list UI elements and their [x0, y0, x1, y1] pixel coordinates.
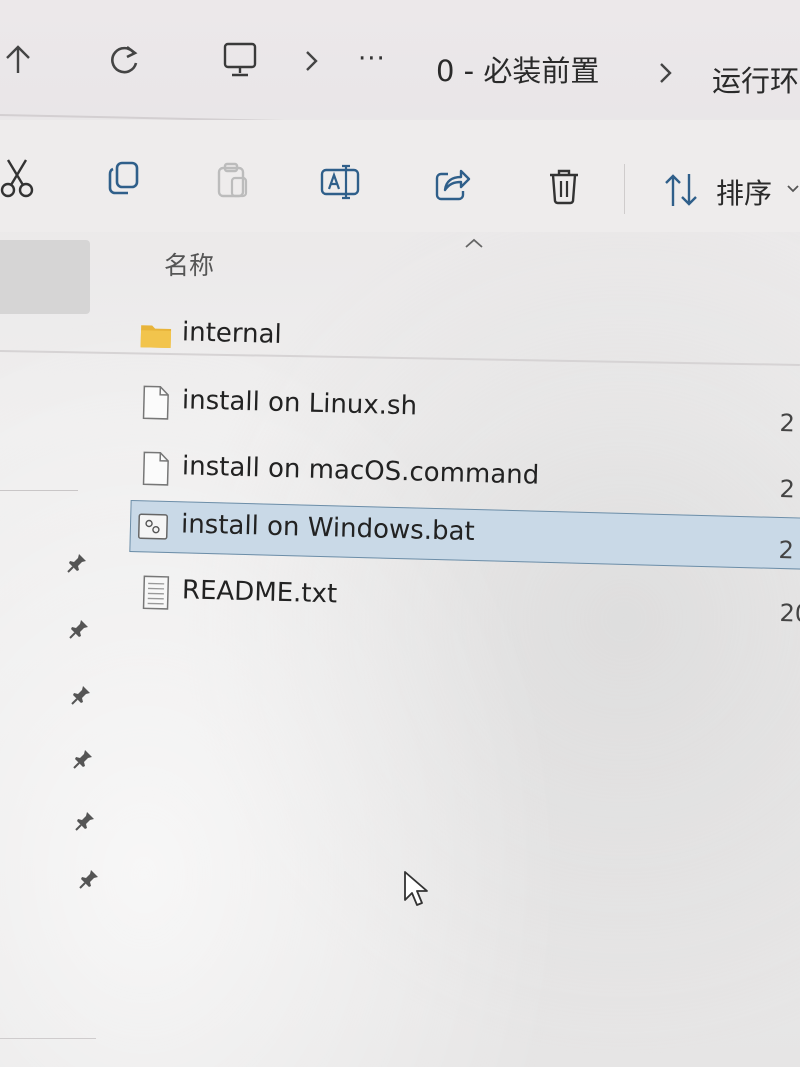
- cut-icon[interactable]: [0, 154, 42, 202]
- pin-icon[interactable]: [78, 868, 100, 890]
- sort-ascending-icon: [465, 238, 483, 248]
- file-icon: [142, 451, 169, 486]
- sort-icon[interactable]: [658, 166, 706, 214]
- list-item[interactable]: internal: [131, 306, 800, 376]
- breadcrumb-overflow[interactable]: ···: [358, 44, 386, 74]
- command-bar: 排序: [0, 120, 800, 366]
- delete-icon[interactable]: [540, 162, 588, 210]
- sort-button[interactable]: 排序: [716, 172, 772, 212]
- file-name: README.txt: [181, 575, 338, 610]
- file-name: install on Windows.bat: [180, 509, 476, 548]
- file-icon: [142, 385, 169, 420]
- pin-icon[interactable]: [68, 618, 90, 640]
- date-modified: 2: [778, 535, 795, 565]
- pin-icon[interactable]: [72, 748, 94, 770]
- text-file-icon: [142, 575, 170, 610]
- list-item-selected[interactable]: install on Windows.bat 2: [129, 500, 800, 571]
- column-header-name[interactable]: 名称: [164, 246, 214, 282]
- file-name: install on macOS.command: [181, 451, 540, 491]
- this-pc-icon[interactable]: [218, 38, 262, 82]
- batch-file-icon: [137, 513, 168, 540]
- paste-icon: [208, 156, 256, 204]
- list-item[interactable]: install on macOS.command 2: [131, 440, 800, 510]
- list-item[interactable]: README.txt 20: [131, 564, 800, 634]
- list-item[interactable]: install on Linux.sh 2: [131, 374, 800, 444]
- refresh-icon[interactable]: [102, 38, 146, 82]
- mouse-pointer-icon: [404, 871, 428, 906]
- share-icon[interactable]: [428, 160, 476, 208]
- divider: [624, 164, 625, 214]
- file-name: install on Linux.sh: [181, 385, 418, 422]
- divider: [0, 490, 78, 491]
- pin-icon[interactable]: [74, 810, 96, 832]
- pin-icon[interactable]: [70, 684, 92, 706]
- chevron-right-icon[interactable]: [300, 46, 324, 76]
- file-list: 名称 internal install on Linux.sh 2 instal…: [112, 234, 800, 1067]
- navigation-pane: [0, 234, 112, 1067]
- pin-icon[interactable]: [66, 552, 88, 574]
- folder-icon: [140, 325, 172, 349]
- up-arrow-icon[interactable]: [0, 38, 40, 82]
- address-bar: ··· 0 - 必装前置 运行环: [0, 0, 800, 133]
- chevron-down-icon[interactable]: [786, 182, 800, 196]
- chevron-right-icon[interactable]: [654, 58, 678, 88]
- rename-icon[interactable]: [316, 158, 364, 206]
- date-modified: 2: [779, 408, 796, 438]
- date-modified: 20: [779, 598, 800, 628]
- breadcrumb-item[interactable]: 0 - 必装前置: [436, 48, 599, 90]
- sidebar-item-selected[interactable]: [0, 240, 90, 314]
- file-name: internal: [181, 317, 283, 350]
- breadcrumb-item[interactable]: 运行环: [712, 58, 799, 100]
- divider: [0, 1038, 96, 1039]
- copy-icon[interactable]: [100, 154, 148, 202]
- date-modified: 2: [779, 474, 796, 504]
